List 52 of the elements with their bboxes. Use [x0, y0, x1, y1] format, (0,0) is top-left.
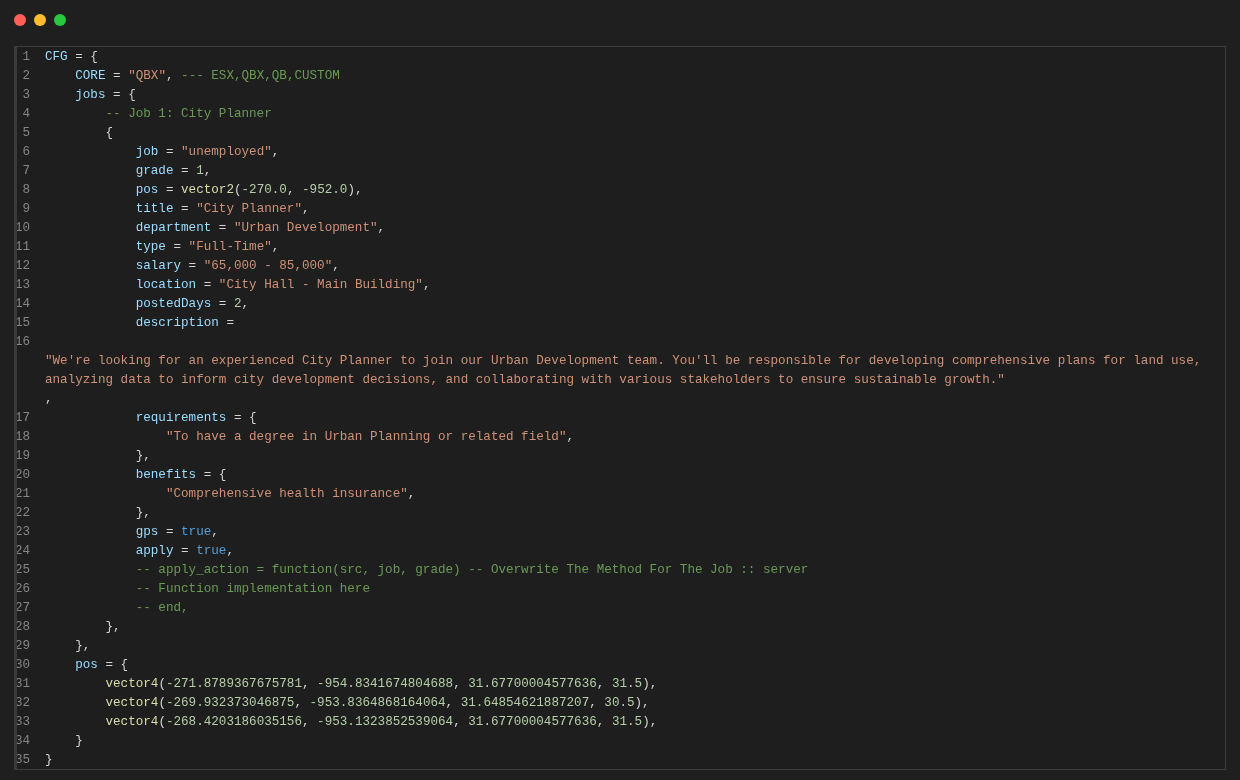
code-line: description = [134, 315, 234, 332]
code-line: analyzing data to inform city development decisions, and collaborating with various stakeholders to ensure sustainable growth." [44, 372, 1005, 389]
line-number: 16 [15, 334, 30, 351]
code-line: pos = { [74, 657, 129, 674]
line-number: 4 [21, 106, 30, 123]
code-line: "Comprehensive health insurance", [164, 486, 416, 503]
code-line: vector4(-268.4203186035156, -953.1323852539064, 31.67700004577636, 31.5), [104, 714, 658, 731]
close-button[interactable] [14, 14, 26, 26]
code-line: }, [134, 448, 151, 465]
code-line: jobs = { [74, 87, 136, 104]
code-line: -- Job 1: City Planner [104, 106, 272, 123]
minimize-button[interactable] [34, 14, 46, 26]
line-number: 7 [21, 163, 30, 180]
line-number: 1 [21, 49, 30, 66]
code-line: vector4(-269.932373046875, -953.8364868164064, 31.64854621887207, 30.5), [104, 695, 650, 712]
line-number: 8 [21, 182, 30, 199]
code-line: "To have a degree in Urban Planning or related field", [164, 429, 575, 446]
code-line: "We're looking for an experienced City Planner to join our Urban Development team. You'll be responsible for developing comprehensive plans for land use, [44, 353, 1202, 370]
code-line: pos = vector2(-270.0, -952.0), [134, 182, 363, 199]
code-line: , [44, 391, 53, 408]
code-line: } [44, 752, 53, 769]
code-line: benefits = { [134, 467, 227, 484]
code-line: job = "unemployed", [134, 144, 280, 161]
code-line: title = "City Planner", [134, 201, 310, 218]
code-line: }, [104, 619, 121, 636]
code-line: }, [134, 505, 151, 522]
code-line: CORE = "QBX", --- ESX,QBX,QB,CUSTOM [74, 68, 340, 85]
code-line: CFG = { [44, 49, 98, 66]
line-number: 9 [21, 201, 30, 218]
code-line: }, [74, 638, 91, 655]
code-line: department = "Urban Development", [134, 220, 386, 237]
code-line: gps = true, [134, 524, 219, 541]
line-number: 5 [21, 125, 30, 142]
code-line: location = "City Hall - Main Building", [134, 277, 431, 294]
code-line: apply = true, [134, 543, 234, 560]
line-number: 18 [15, 429, 30, 446]
line-number: 3 [21, 87, 30, 104]
maximize-button[interactable] [54, 14, 66, 26]
code-line: } [74, 733, 83, 750]
code-line: requirements = { [134, 410, 257, 427]
code-line: vector4(-271.8789367675781, -954.8341674804688, 31.67700004577636, 31.5), [104, 676, 658, 693]
code-line: -- apply_action = function(src, job, grade) -- Overwrite The Method For The Job :: server [134, 562, 809, 579]
line-number: 6 [21, 144, 30, 161]
code-line: postedDays = 2, [134, 296, 250, 313]
code-line: { [104, 125, 114, 142]
line-number: 19 [15, 448, 30, 465]
code-line: -- end, [134, 600, 189, 617]
code-line: grade = 1, [134, 163, 212, 180]
code-line: type = "Full-Time", [134, 239, 280, 256]
code-line: -- Function implementation here [134, 581, 370, 598]
line-number: 2 [21, 68, 30, 85]
code-line: salary = "65,000 - 85,000", [134, 258, 340, 275]
